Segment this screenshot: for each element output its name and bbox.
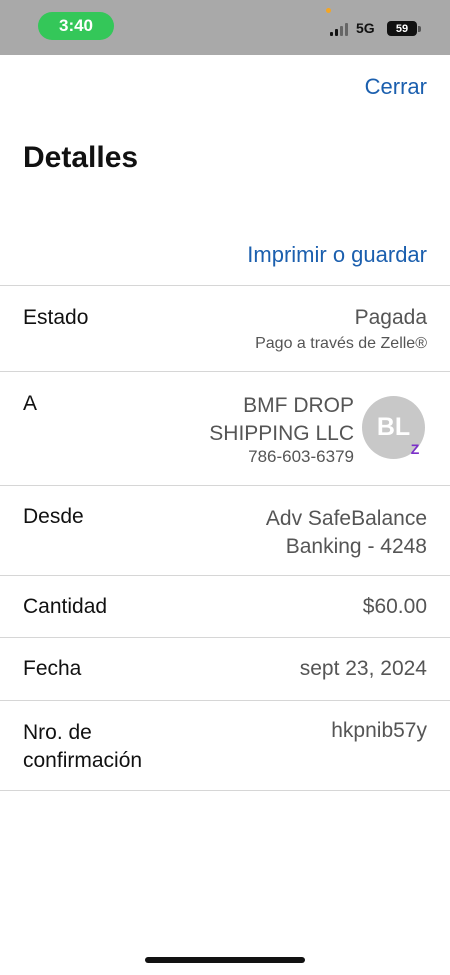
recipient-phone: 786-603-6379 <box>248 447 354 466</box>
status-bar: 3:40 5G 59 <box>0 0 450 55</box>
battery-icon: 59 <box>387 21 417 36</box>
battery-tip <box>418 26 421 32</box>
divider <box>0 485 450 486</box>
divider <box>0 371 450 372</box>
avatar-initials: BL <box>376 413 411 441</box>
divider <box>0 575 450 576</box>
confirmation-label-line1: Nro. de <box>23 721 92 744</box>
status-time[interactable]: 3:40 <box>38 12 114 40</box>
from-account: Adv SafeBalance Banking - 4248 <box>266 505 427 561</box>
amount-value: $60.00 <box>362 595 427 618</box>
divider <box>0 285 450 286</box>
close-button[interactable]: Cerrar <box>365 74 427 100</box>
date-label: Fecha <box>23 657 82 680</box>
page-title: Detalles <box>23 141 139 174</box>
privacy-indicator-icon <box>326 8 331 13</box>
home-indicator[interactable] <box>145 957 305 963</box>
payment-method-note: Pago a través de Zelle® <box>255 335 427 352</box>
cellular-signal-icon <box>330 22 352 36</box>
confirmation-number: hkpnib57y <box>331 719 427 742</box>
network-type: 5G <box>356 20 375 36</box>
divider <box>0 790 450 791</box>
recipient-name-line2: SHIPPING LLC <box>209 422 354 445</box>
recipient-label: A <box>23 392 38 415</box>
recipient-name: BMF DROP SHIPPING LLC <box>209 392 354 448</box>
status-label: Estado <box>23 306 89 329</box>
recipient-name-line1: BMF DROP <box>243 394 354 417</box>
divider <box>0 637 450 638</box>
from-account-line2: Banking - 4248 <box>285 535 427 558</box>
from-account-line1: Adv SafeBalance <box>265 507 427 530</box>
divider <box>0 700 450 701</box>
battery-level: 59 <box>395 22 409 35</box>
confirmation-label-line2: confirmación <box>23 749 143 772</box>
amount-label: Cantidad <box>23 595 108 618</box>
confirmation-label: Nro. de confirmación <box>23 719 142 775</box>
date-value: sept 23, 2024 <box>299 657 427 680</box>
from-label: Desde <box>23 505 84 528</box>
status-value: Pagada <box>354 306 427 329</box>
zelle-icon: Z <box>410 441 420 457</box>
print-or-save-button[interactable]: Imprimir o guardar <box>247 242 427 268</box>
